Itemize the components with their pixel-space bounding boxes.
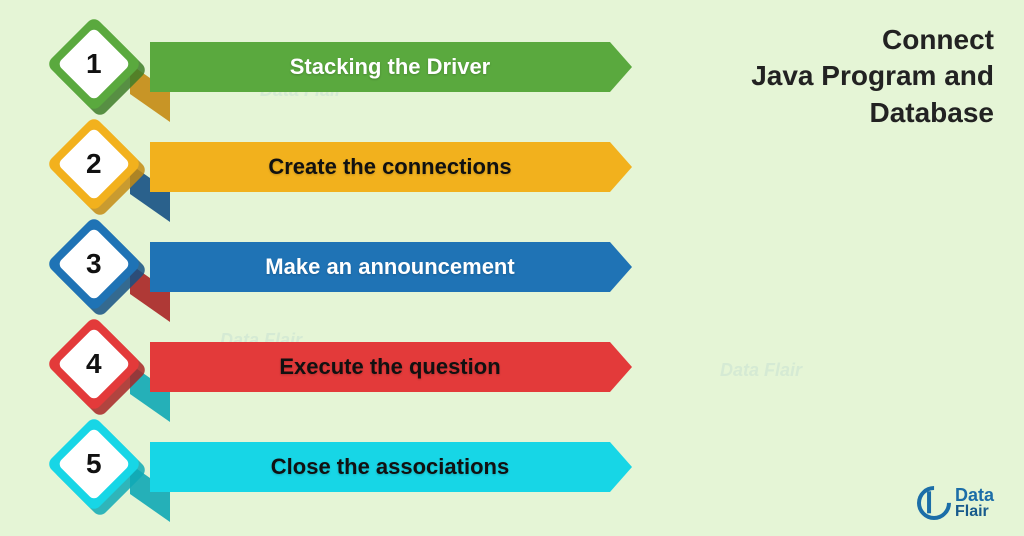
step-banner: Make an announcement [150, 242, 630, 292]
step-number: 2 [86, 148, 102, 180]
step-banner: Create the connections [150, 142, 630, 192]
step-row: Execute the question 4 [40, 320, 660, 420]
step-banner: Execute the question [150, 342, 630, 392]
diagram-title: Connect Java Program and Database [751, 22, 994, 131]
step-label: Stacking the Driver [290, 54, 491, 80]
step-row: Make an announcement 3 [40, 220, 660, 320]
brand-logo-text: Data Flair [955, 486, 994, 520]
title-line-3: Database [751, 95, 994, 131]
step-label: Execute the question [279, 354, 500, 380]
step-row: Stacking the Driver 1 [40, 20, 660, 120]
step-label: Create the connections [268, 154, 511, 180]
step-diamond: 5 [60, 430, 140, 510]
step-number: 1 [86, 48, 102, 80]
title-line-2: Java Program and [751, 58, 994, 94]
step-label: Close the associations [271, 454, 509, 480]
title-line-1: Connect [751, 22, 994, 58]
step-banner: Stacking the Driver [150, 42, 630, 92]
step-diamond: 2 [60, 130, 140, 210]
step-label: Make an announcement [265, 254, 514, 280]
step-diamond: 3 [60, 230, 140, 310]
step-diamond: 4 [60, 330, 140, 410]
steps-list: Stacking the Driver 1 Create the connect… [40, 20, 660, 520]
step-number: 3 [86, 248, 102, 280]
watermark: Data Flair [720, 360, 802, 381]
step-diamond: 1 [60, 30, 140, 110]
step-number: 4 [86, 348, 102, 380]
step-row: Create the connections 2 [40, 120, 660, 220]
brand-logo: Data Flair [917, 486, 994, 520]
step-banner: Close the associations [150, 442, 630, 492]
step-number: 5 [86, 448, 102, 480]
step-row: Close the associations 5 [40, 420, 660, 520]
brand-logo-icon [910, 479, 958, 527]
